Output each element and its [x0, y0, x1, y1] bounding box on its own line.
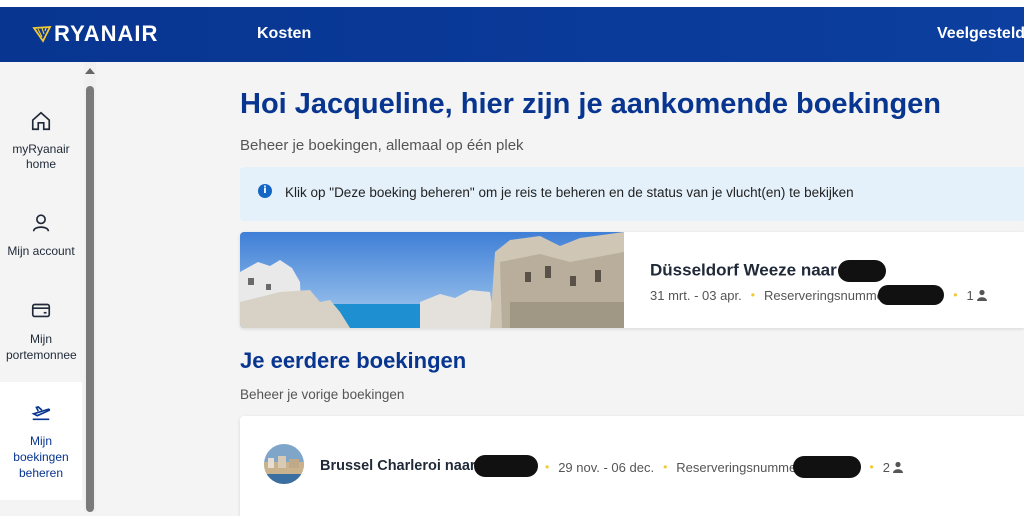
nav-costs-link[interactable]: Kosten — [257, 25, 311, 43]
separator-dot: • — [869, 460, 874, 474]
nav-faq-link[interactable]: Veelgestelde — [937, 25, 1024, 43]
redaction-mark — [837, 260, 886, 282]
sidebar-item-label: Mijn account — [7, 244, 75, 258]
redaction-mark — [473, 455, 538, 477]
destination-photo — [240, 232, 624, 328]
upcoming-booking-card[interactable]: Düsseldorf Weeze naar 31 mrt. - 03 apr. … — [240, 232, 1024, 328]
top-nav-bar: RYANAIR Kosten Veelgestelde — [0, 7, 1024, 62]
past-booking-meta: • 29 nov. - 06 dec. • Reserveringsnummer… — [545, 456, 904, 478]
home-icon — [31, 111, 51, 131]
sidebar-item-label: myRyanair home — [12, 142, 70, 171]
scroll-up-arrow-icon[interactable] — [85, 68, 95, 74]
separator-dot: • — [953, 288, 958, 302]
redaction-mark — [792, 456, 861, 478]
plane-takeoff-icon — [31, 406, 51, 421]
booking-meta: 31 mrt. - 03 apr. • Reserveringsnummer •… — [650, 285, 988, 305]
page-subtitle: Beheer je boekingen, allemaal op één ple… — [240, 137, 524, 154]
reservation-label: Reserveringsnummer — [763, 287, 889, 303]
logo-wordmark: RYANAIR — [54, 21, 159, 46]
wallet-icon — [31, 303, 51, 318]
info-banner: i Klik op "Deze boeking beheren" om je r… — [240, 167, 1024, 221]
separator-dot: • — [750, 288, 755, 302]
booking-route: Düsseldorf Weeze naar — [650, 260, 886, 282]
sidebar-item-label: Mijn portemonnee — [6, 332, 77, 362]
info-banner-text: Klik op "Deze boeking beheren" om je rei… — [285, 185, 854, 200]
sidebar-item-home[interactable]: myRyanair home — [0, 110, 82, 172]
person-icon — [892, 461, 903, 473]
separator-dot: • — [545, 460, 550, 474]
destination-thumbnail — [264, 444, 304, 484]
past-route-text: Brussel Charleroi naar — [320, 458, 476, 474]
booking-route-text: Düsseldorf Weeze naar — [650, 260, 837, 280]
past-passenger-count: 2 — [882, 459, 890, 475]
booking-dates: 31 mrt. - 03 apr. — [650, 287, 742, 303]
redaction-mark — [878, 285, 945, 305]
separator-dot: • — [663, 460, 668, 474]
page-title: Hoi Jacqueline, hier zijn je aankomende … — [240, 88, 942, 120]
sidebar-item-account[interactable]: Mijn account — [0, 212, 82, 259]
past-reservation-label: Reserveringsnummer — [676, 459, 801, 475]
user-icon — [32, 214, 50, 232]
info-icon: i — [258, 184, 272, 198]
past-booking-route: Brussel Charleroi naar — [320, 455, 538, 477]
past-booking-dates: 29 nov. - 06 dec. — [558, 459, 655, 475]
ryanair-logo[interactable]: RYANAIR — [32, 21, 158, 47]
sidebar-item-label: Mijn boekingen beheren — [13, 434, 69, 480]
sidebar-item-wallet[interactable]: Mijn portemonnee — [0, 299, 82, 363]
top-strip — [0, 0, 1024, 7]
past-bookings-subtitle: Beheer je vorige boekingen — [240, 387, 405, 402]
scrollbar-thumb[interactable] — [86, 86, 94, 512]
harp-logo-icon — [32, 26, 52, 43]
past-booking-card[interactable]: Brussel Charleroi naar • 29 nov. - 06 de… — [240, 416, 1024, 516]
sidebar: myRyanair home Mijn account Mijn portemo… — [0, 62, 82, 512]
sidebar-item-bookings[interactable]: Mijn boekingen beheren — [0, 382, 82, 500]
person-icon — [976, 289, 987, 301]
passenger-count: 1 — [966, 287, 974, 303]
past-bookings-title: Je eerdere boekingen — [240, 348, 467, 373]
